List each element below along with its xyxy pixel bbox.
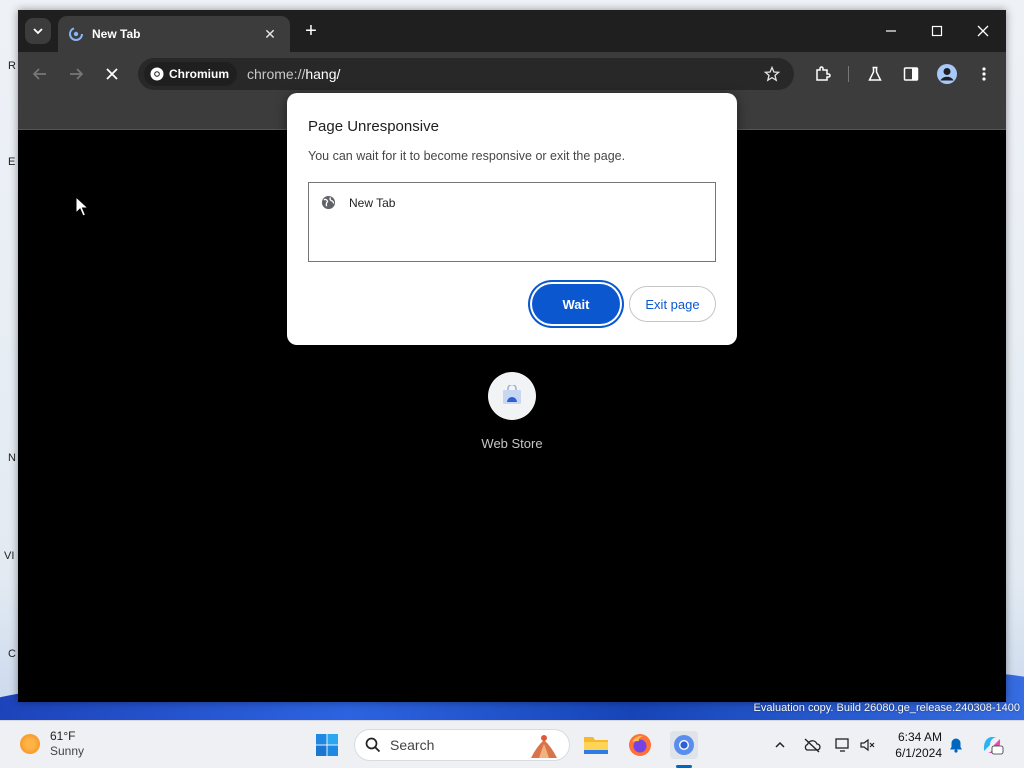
- file-explorer-button[interactable]: [582, 731, 610, 759]
- avatar-icon: [937, 64, 957, 84]
- network-status[interactable]: [834, 735, 854, 755]
- copilot-icon: [983, 737, 1004, 755]
- mouse-pointer-icon: [75, 196, 89, 217]
- profile-button[interactable]: [936, 63, 958, 85]
- desktop-icon-label[interactable]: C: [8, 648, 16, 660]
- list-item: New Tab: [321, 195, 395, 210]
- chevron-up-icon: [775, 741, 785, 748]
- menu-button[interactable]: [973, 63, 995, 85]
- flask-icon: [868, 66, 882, 81]
- search-placeholder: Search: [390, 737, 435, 753]
- star-icon[interactable]: [764, 66, 780, 82]
- site-chip[interactable]: Chromium: [144, 62, 237, 86]
- clock-date: 6/1/2024: [895, 746, 942, 760]
- clock-time: 6:34 AM: [897, 730, 942, 744]
- maximize-icon: [931, 25, 943, 37]
- tab-title: New Tab: [92, 27, 141, 41]
- windows-logo-icon: [316, 734, 338, 756]
- sun-icon: [20, 734, 40, 754]
- url-text[interactable]: chrome://hang/: [247, 66, 340, 82]
- forward-button[interactable]: [65, 63, 87, 85]
- dialog-title: Page Unresponsive: [308, 118, 439, 135]
- new-tab-button[interactable]: +: [300, 20, 322, 42]
- shortcut-web-store[interactable]: Web Store: [473, 372, 551, 451]
- page-unresponsive-dialog: Page Unresponsive You can wait for it to…: [287, 93, 737, 345]
- desktop-icon-label[interactable]: E: [8, 156, 15, 168]
- unresponsive-pages-list: New Tab: [308, 182, 716, 262]
- evaluation-watermark: Evaluation copy. Build 26080.ge_release.…: [753, 702, 1020, 714]
- extensions-button[interactable]: [812, 63, 834, 85]
- chromium-icon: [674, 735, 694, 755]
- url-scheme: chrome://: [247, 66, 306, 82]
- web-store-icon: [503, 385, 521, 404]
- chromium-logo-icon: [150, 67, 164, 81]
- desktop-icon-label[interactable]: R: [8, 60, 16, 72]
- copilot-button[interactable]: [980, 733, 1004, 757]
- toolbar-divider: [848, 66, 849, 82]
- weather-widget[interactable]: 61°F Sunny: [20, 729, 84, 759]
- notifications-button[interactable]: [946, 735, 966, 755]
- onedrive-status[interactable]: [802, 735, 822, 755]
- shortcut-label: Web Store: [481, 436, 543, 451]
- minimize-icon: [886, 30, 896, 32]
- firefox-icon: [629, 734, 651, 756]
- clock[interactable]: 6:34 AM 6/1/2024: [886, 729, 942, 761]
- chromium-taskbar-button[interactable]: [670, 731, 698, 759]
- exit-page-button[interactable]: Exit page: [629, 286, 716, 322]
- side-panel-button[interactable]: [900, 63, 922, 85]
- maximize-button[interactable]: [922, 20, 952, 42]
- tab-new-tab[interactable]: New Tab ✕: [58, 16, 290, 52]
- search-icon: [365, 737, 381, 753]
- search-highlight-icon: [531, 735, 557, 758]
- network-icon: [835, 738, 849, 752]
- site-chip-label: Chromium: [169, 67, 229, 81]
- folder-icon: [584, 737, 608, 754]
- address-bar[interactable]: Chromium chrome://hang/: [138, 58, 794, 90]
- labs-button[interactable]: [864, 63, 886, 85]
- url-host: hang/: [305, 66, 341, 82]
- firefox-button[interactable]: [626, 731, 654, 759]
- arrow-right-icon: [70, 68, 84, 80]
- dialog-message: You can wait for it to become responsive…: [308, 149, 626, 163]
- desktop-icon-label[interactable]: N: [8, 452, 16, 464]
- show-hidden-icons-button[interactable]: [770, 735, 790, 755]
- taskbar: 61°F Sunny Search 6:34 AM 6/1/2024: [0, 720, 1024, 768]
- tab-search-button[interactable]: [25, 18, 51, 44]
- weather-temp: 61°F: [50, 729, 76, 743]
- arrow-left-icon: [32, 68, 46, 80]
- stop-button[interactable]: [101, 63, 123, 85]
- puzzle-icon: [816, 66, 831, 81]
- cloud-offline-icon: [804, 738, 821, 753]
- stop-icon: [106, 68, 118, 80]
- minimize-button[interactable]: [876, 20, 906, 42]
- volume-status[interactable]: [858, 735, 878, 755]
- wait-button[interactable]: Wait: [532, 284, 620, 324]
- loading-spinner-icon: [69, 27, 83, 41]
- weather-condition: Sunny: [50, 744, 85, 758]
- tab-strip: New Tab ✕ +: [18, 10, 1006, 52]
- taskbar-search[interactable]: Search: [354, 729, 570, 761]
- browser-toolbar: Chromium chrome://hang/: [18, 52, 1006, 96]
- start-button[interactable]: [313, 731, 341, 759]
- shortcut-tile: [488, 372, 536, 420]
- bell-icon: [950, 738, 962, 753]
- side-panel-icon: [903, 67, 919, 81]
- close-window-button[interactable]: [968, 20, 998, 42]
- desktop-icon-label[interactable]: VI: [4, 550, 14, 562]
- close-icon: [977, 25, 989, 37]
- tab-close-icon[interactable]: ✕: [260, 26, 280, 43]
- page-title: New Tab: [349, 195, 396, 210]
- chevron-down-icon: [33, 28, 43, 35]
- kebab-menu-icon: [982, 67, 986, 81]
- back-button[interactable]: [29, 63, 51, 85]
- speaker-muted-icon: [860, 738, 875, 752]
- globe-icon: [321, 195, 336, 210]
